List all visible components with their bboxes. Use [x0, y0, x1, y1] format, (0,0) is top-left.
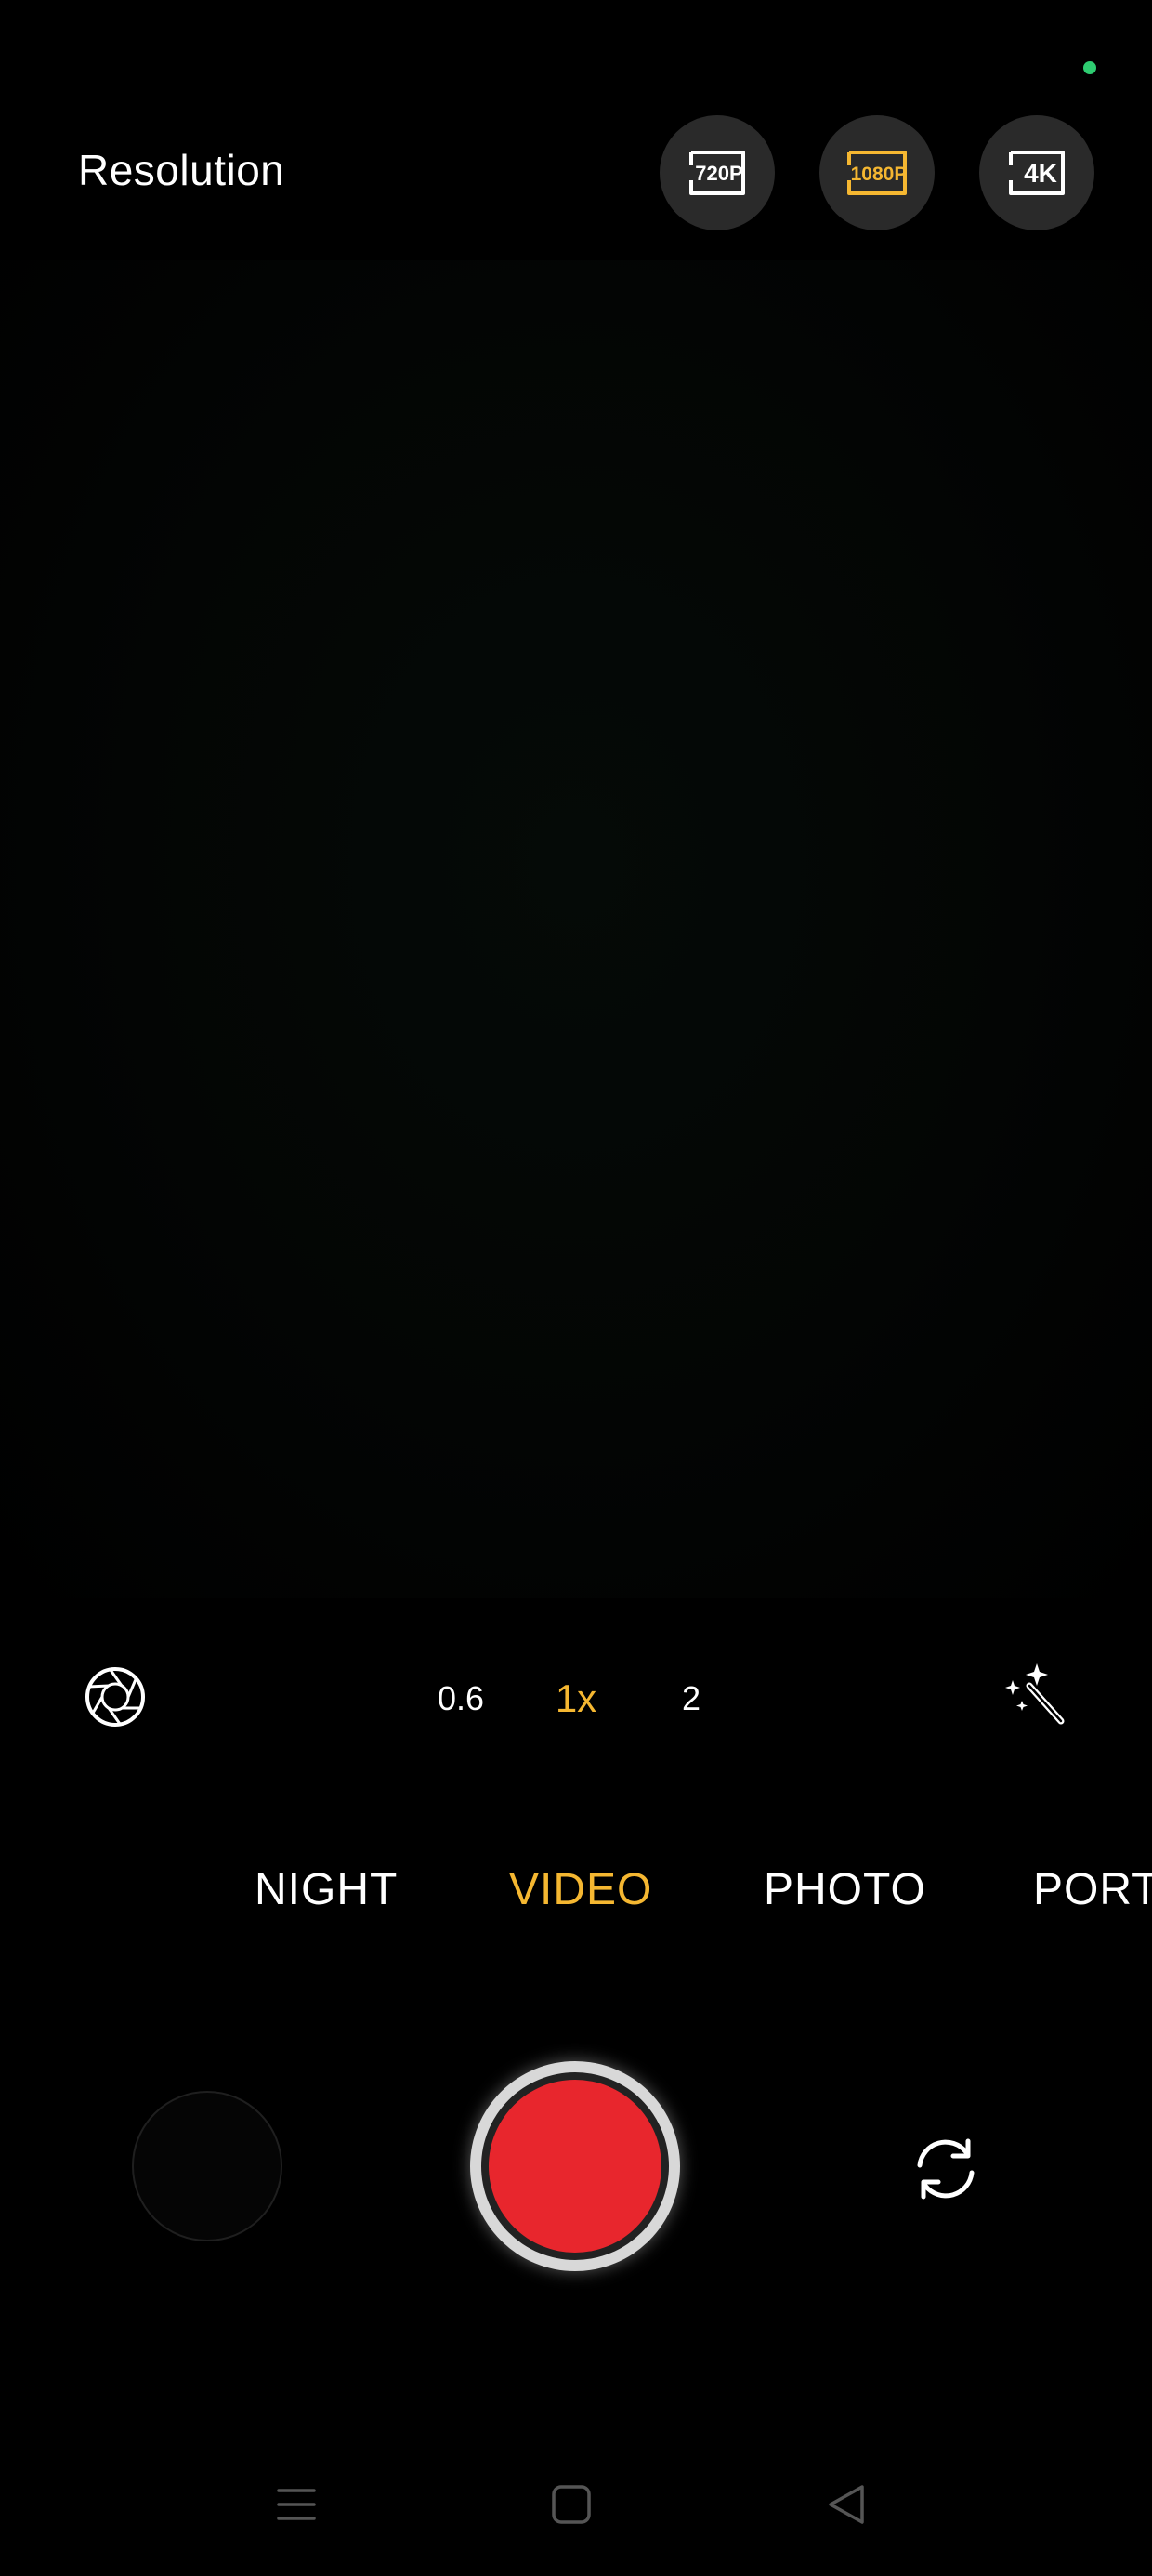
- mode-photo[interactable]: PHOTO: [764, 1862, 926, 1918]
- mode-portrait[interactable]: PORT: [1033, 1862, 1152, 1918]
- aperture-icon[interactable]: [78, 1660, 152, 1734]
- zoom-1x-button[interactable]: 1x: [530, 1673, 622, 1725]
- record-button[interactable]: [470, 2061, 680, 2271]
- resolution-720p-button[interactable]: 720P: [660, 115, 775, 230]
- home-square-icon[interactable]: [539, 2472, 604, 2537]
- privacy-indicator-dot: [1083, 61, 1096, 74]
- resolution-4k-button[interactable]: 4K: [979, 115, 1094, 230]
- resolution-title: Resolution: [78, 146, 285, 194]
- switch-camera-icon[interactable]: [907, 2130, 985, 2208]
- resolution-1080p-button[interactable]: 1080P: [819, 115, 935, 230]
- menu-icon[interactable]: [264, 2472, 329, 2537]
- zoom-0-6-button[interactable]: 0.6: [414, 1673, 507, 1725]
- camera-preview[interactable]: [0, 260, 1152, 1598]
- resolution-1080p-label: 1080P: [851, 164, 908, 185]
- mode-video[interactable]: VIDEO: [509, 1862, 652, 1918]
- resolution-720p-label: 720P: [695, 162, 742, 185]
- gallery-thumbnail[interactable]: [132, 2091, 282, 2241]
- hd-1080p-icon: 1080P: [847, 151, 908, 195]
- uhd-4k-icon: 4K: [1009, 151, 1065, 195]
- record-button-core: [489, 2080, 661, 2253]
- back-triangle-icon[interactable]: [814, 2472, 879, 2537]
- resolution-4k-label: 4K: [1024, 159, 1057, 188]
- hd-720p-icon: 720P: [689, 151, 745, 195]
- zoom-2-button[interactable]: 2: [645, 1673, 738, 1725]
- magic-wand-icon[interactable]: [998, 1658, 1072, 1732]
- mode-night[interactable]: NIGHT: [255, 1862, 398, 1918]
